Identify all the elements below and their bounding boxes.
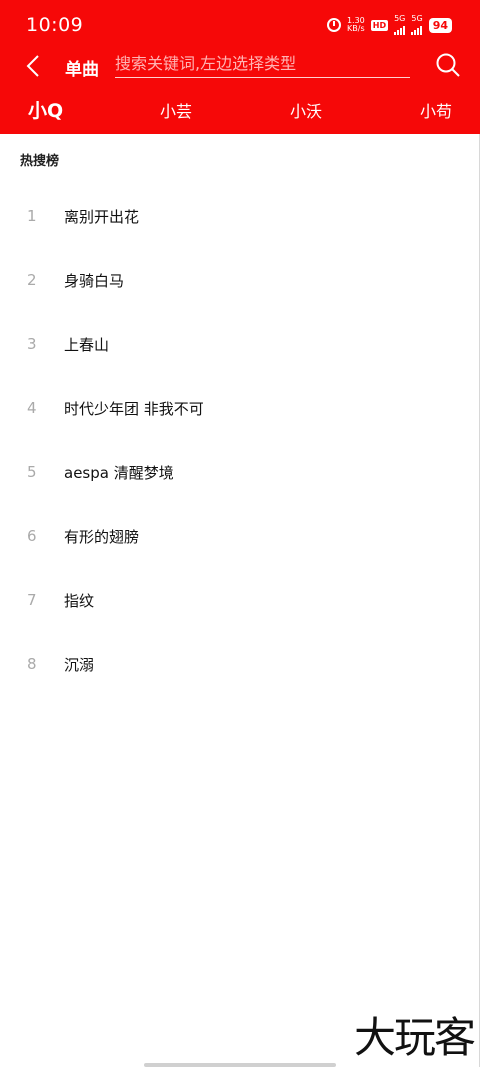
signal-5g-2: 5G — [411, 14, 423, 35]
list-item[interactable]: 7 指纹 — [0, 569, 480, 633]
list-item[interactable]: 4 时代少年团 非我不可 — [0, 377, 480, 441]
rank-number: 2 — [27, 271, 37, 289]
status-time: 10:09 — [26, 14, 84, 36]
search-row: 单曲 — [0, 46, 480, 86]
song-title: 身骑白马 — [64, 272, 125, 290]
list-item[interactable]: 2 身骑白马 — [0, 249, 480, 313]
signal-bars-icon — [394, 23, 406, 35]
list-item[interactable]: 5 aespa 清醒梦境 — [0, 441, 480, 505]
rank-number: 5 — [27, 463, 37, 481]
list-item[interactable]: 1 离别开出花 — [0, 185, 480, 249]
song-title: 有形的翅膀 — [64, 528, 140, 546]
battery-icon: 94 — [428, 17, 452, 33]
rank-number: 7 — [27, 591, 37, 609]
tab-xiaogou[interactable]: 小苟 — [420, 98, 452, 122]
rank-number: 8 — [27, 655, 37, 673]
home-indicator[interactable] — [144, 1063, 336, 1067]
status-icons: 1.30 KB/s HD 5G 5G 94 — [326, 14, 452, 36]
search-type-selector[interactable]: 单曲 — [65, 55, 99, 80]
app-header: 10:09 1.30 KB/s HD 5G 5G 94 单曲 搜索关键词,左边选… — [0, 0, 480, 134]
song-title: 时代少年团 非我不可 — [64, 400, 204, 418]
signal-5g-label: 5G — [394, 14, 406, 23]
hd-icon: HD — [370, 19, 389, 31]
hot-search-title: 热搜榜 — [20, 154, 60, 169]
status-bar: 10:09 1.30 KB/s HD 5G 5G 94 — [0, 0, 480, 48]
rank-number: 4 — [27, 399, 37, 417]
tab-xiaoyun[interactable]: 小芸 — [160, 98, 192, 122]
rank-number: 6 — [27, 527, 37, 545]
search-input[interactable] — [115, 50, 410, 78]
list-item[interactable]: 6 有形的翅膀 — [0, 505, 480, 569]
signal-5g-label: 5G — [411, 14, 423, 23]
net-speed: 1.30 KB/s — [347, 17, 365, 33]
song-title: 沉溺 — [64, 656, 95, 674]
net-speed-unit: KB/s — [347, 24, 365, 33]
search-icon[interactable] — [435, 52, 461, 78]
rank-number: 3 — [27, 335, 37, 353]
song-title: 指纹 — [64, 592, 95, 610]
list-item[interactable]: 3 上春山 — [0, 313, 480, 377]
song-title: 离别开出花 — [64, 208, 140, 226]
list-item[interactable]: 8 沉溺 — [0, 633, 480, 697]
signal-bars-icon — [411, 23, 423, 35]
signal-5g-1: 5G — [394, 15, 405, 35]
source-tabs: 小Q 小芸 小沃 小苟 — [0, 90, 480, 130]
back-arrow-icon[interactable] — [24, 54, 42, 78]
tab-xiaowo[interactable]: 小沃 — [290, 98, 322, 122]
song-title: 上春山 — [64, 336, 110, 354]
song-title: aespa 清醒梦境 — [64, 464, 174, 482]
rank-number: 1 — [27, 207, 37, 225]
tab-xiaoq[interactable]: 小Q — [28, 96, 63, 123]
watermark-logo: 大玩客 — [353, 1013, 476, 1062]
alarm-icon — [326, 18, 341, 32]
